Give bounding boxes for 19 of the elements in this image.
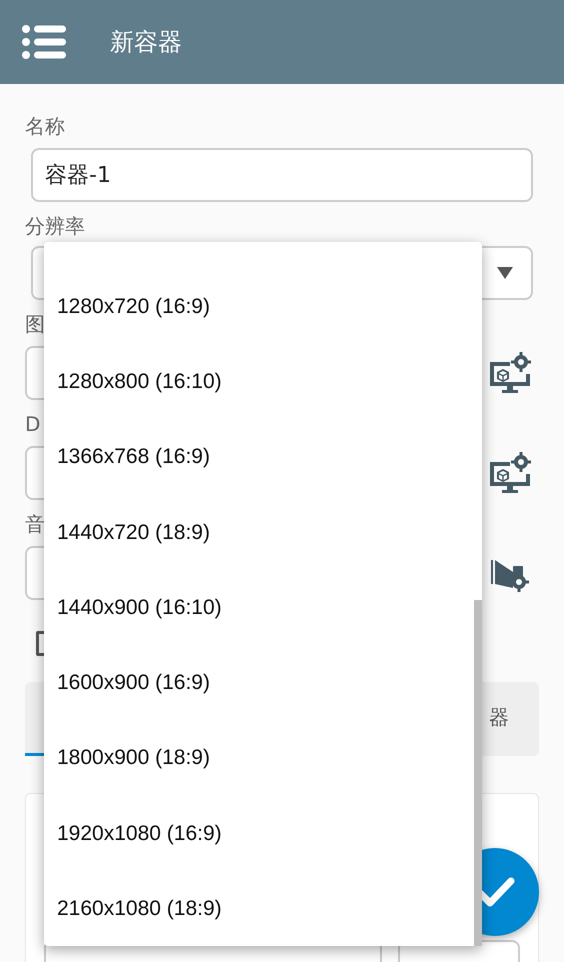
caret-icon bbox=[497, 267, 513, 279]
dropdown-option[interactable]: 1920x1080 (16:9) bbox=[44, 796, 474, 872]
monitor-gear-icon[interactable] bbox=[489, 452, 531, 494]
dropdown-option[interactable]: 1440x720 (18:9) bbox=[44, 494, 474, 570]
field-label: 分辨率 bbox=[25, 213, 85, 240]
dropdown-option[interactable]: 1280x800 (16:10) bbox=[44, 344, 474, 420]
field-label: D bbox=[25, 411, 40, 438]
name-field[interactable]: 容器-1 bbox=[31, 148, 533, 202]
scrollbar-thumb[interactable] bbox=[474, 600, 482, 946]
field-label: 音 bbox=[25, 511, 45, 538]
dropdown-option[interactable]: 1280x720 (16:9) bbox=[44, 269, 474, 344]
field-label: 图 bbox=[25, 311, 45, 338]
field-label: 名称 bbox=[25, 113, 65, 140]
dropdown-option[interactable]: 1440x900 (16:10) bbox=[44, 570, 474, 646]
dropdown-option[interactable]: 2160x1080 (18:9) bbox=[44, 871, 474, 947]
dropdown-option[interactable]: 1366x768 (16:9) bbox=[44, 420, 474, 495]
page-title: 新容器 bbox=[110, 27, 182, 58]
monitor-gear-icon[interactable] bbox=[489, 352, 531, 394]
menu-icon[interactable] bbox=[22, 25, 66, 59]
